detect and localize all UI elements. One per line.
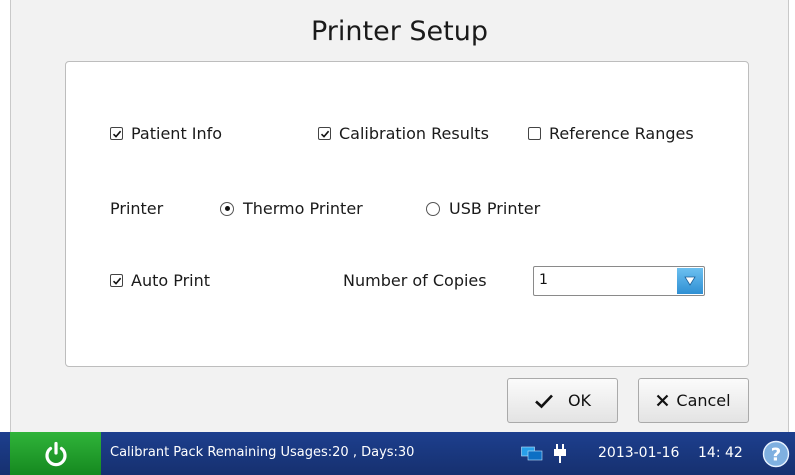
printer-label: Printer	[110, 199, 164, 218]
calibration-results-label: Calibration Results	[339, 124, 489, 143]
radio-unselected-icon	[426, 201, 440, 216]
ok-button[interactable]: OK	[507, 378, 618, 423]
status-date: 2013-01-16	[598, 445, 680, 461]
cancel-label: Cancel	[676, 391, 731, 410]
auto-print-label: Auto Print	[131, 271, 211, 290]
checkmark-icon	[112, 277, 121, 285]
reference-ranges-checkbox[interactable]: Reference Ranges	[528, 124, 694, 143]
auto-print-checkbox[interactable]: Auto Print	[110, 271, 210, 290]
usb-printer-label: USB Printer	[449, 199, 541, 218]
svg-text:?: ?	[771, 445, 781, 466]
reference-ranges-label: Reference Ranges	[549, 124, 694, 143]
number-of-copies-label: Number of Copies	[343, 271, 487, 290]
checkbox-box	[318, 127, 331, 140]
checkmark-icon	[535, 394, 553, 408]
patient-info-checkbox[interactable]: Patient Info	[110, 124, 222, 143]
checkmark-icon	[320, 130, 329, 138]
copies-value: 1	[539, 272, 548, 288]
copies-select[interactable]: 1	[533, 266, 705, 296]
status-time: 14: 42	[698, 445, 743, 461]
checkmark-icon	[112, 130, 121, 138]
printer-setup-dialog: Printer Setup Patient Info Calibration R…	[10, 0, 789, 432]
checkbox-box	[528, 127, 541, 140]
power-icon	[44, 441, 67, 466]
usb-printer-radio[interactable]: USB Printer	[426, 199, 540, 218]
ok-label: OK	[567, 391, 592, 410]
radio-selected-icon	[220, 201, 234, 216]
close-icon	[657, 394, 669, 407]
cancel-button[interactable]: Cancel	[638, 378, 749, 423]
thermo-printer-radio[interactable]: Thermo Printer	[220, 199, 363, 218]
dialog-title: Printer Setup	[311, 16, 488, 47]
network-icon	[521, 446, 543, 461]
dropdown-arrow-icon[interactable]	[677, 268, 703, 294]
checkbox-box	[110, 274, 123, 287]
patient-info-label: Patient Info	[131, 124, 223, 143]
options-panel: Patient Info Calibration Results Referen…	[65, 61, 749, 367]
power-button[interactable]	[10, 432, 101, 475]
power-plug-icon	[554, 444, 566, 463]
status-bar: Calibrant Pack Remaining Usages:20 , Day…	[0, 432, 795, 475]
screen: Printer Setup Patient Info Calibration R…	[0, 0, 795, 475]
checkbox-box	[110, 127, 123, 140]
status-message: Calibrant Pack Remaining Usages:20 , Day…	[110, 445, 415, 460]
thermo-printer-label: Thermo Printer	[243, 199, 363, 218]
help-icon[interactable]: ?	[762, 440, 790, 468]
calibration-results-checkbox[interactable]: Calibration Results	[318, 124, 489, 143]
